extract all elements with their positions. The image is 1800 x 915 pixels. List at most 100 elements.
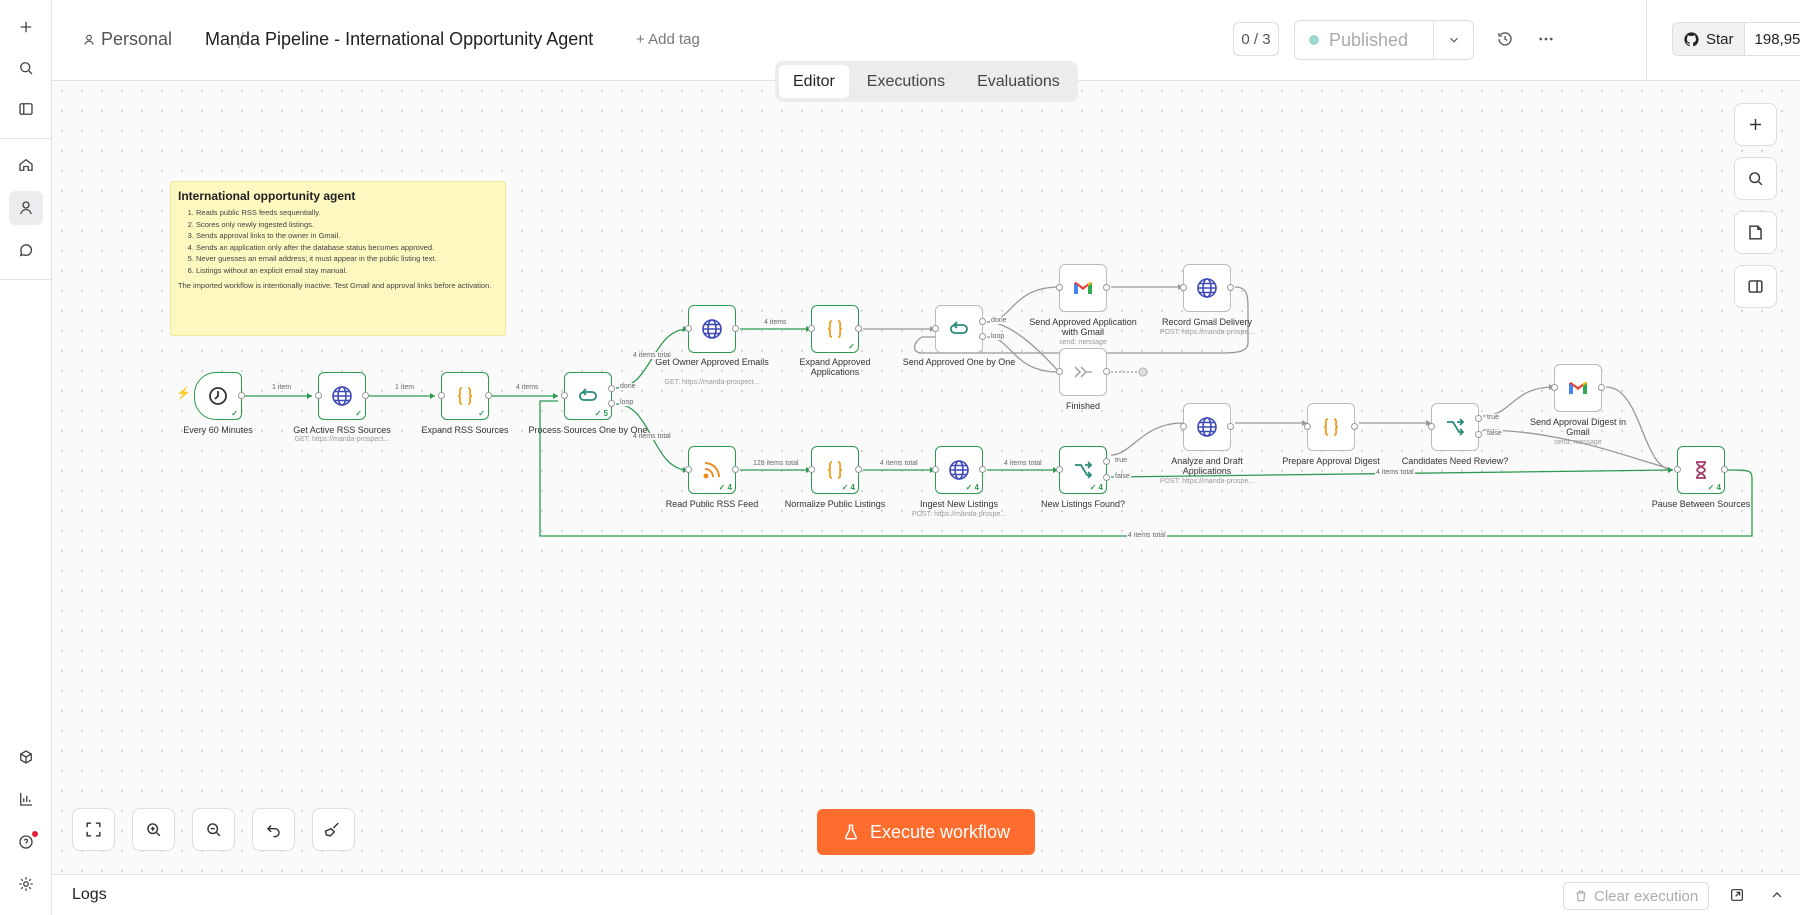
code-braces-icon	[1323, 418, 1339, 436]
search-nodes-button[interactable]	[1734, 157, 1777, 200]
node-process-sources[interactable]: ✓ 5	[561, 372, 615, 420]
tab-executions[interactable]: Executions	[853, 65, 959, 98]
panel-toggle-icon[interactable]	[9, 92, 43, 126]
pop-out-icon[interactable]	[1728, 886, 1746, 904]
tab-editor[interactable]: Editor	[779, 65, 849, 98]
node-label: Record Gmail Delivery	[1161, 317, 1253, 327]
chat-icon[interactable]	[9, 234, 43, 268]
node-ingest-new-listings[interactable]: ✓ 4	[932, 446, 986, 494]
search-icon[interactable]	[9, 51, 43, 85]
tidy-up-button[interactable]	[312, 808, 355, 851]
publish-status-button[interactable]: Published	[1294, 20, 1474, 60]
node-label: Pause Between Sources	[1651, 499, 1751, 509]
node-subtitle: POST: https://manda-prospe...	[911, 511, 1007, 518]
sticky-note[interactable]: International opportunity agent Reads pu…	[170, 181, 506, 336]
note-item: Never guesses an email address; it must …	[196, 253, 498, 265]
notification-dot	[32, 831, 38, 837]
undo-button[interactable]	[252, 808, 295, 851]
user-icon	[84, 34, 94, 45]
user-icon[interactable]	[9, 191, 43, 225]
node-prepare-approval-digest[interactable]	[1304, 403, 1358, 451]
history-icon[interactable]	[1492, 26, 1518, 52]
loop-icon	[579, 388, 597, 401]
node-candidates-need-review[interactable]	[1428, 403, 1482, 451]
breadcrumb-project[interactable]: Personal	[82, 29, 172, 50]
node-new-listings-found[interactable]: ✓ 4	[1056, 446, 1110, 494]
edge-label: loop	[990, 333, 1006, 340]
clear-label: Clear execution	[1594, 887, 1699, 905]
edge-label: 4 items total	[1127, 532, 1167, 539]
node-trigger[interactable]: ✓	[194, 372, 245, 420]
edge-label: 128 items total	[752, 460, 800, 467]
node-finished[interactable]	[1056, 348, 1110, 396]
code-braces-icon	[827, 461, 843, 479]
node-label: New Listings Found?	[1040, 499, 1126, 509]
status-label: Published	[1329, 29, 1409, 50]
help-icon[interactable]	[9, 825, 43, 859]
toggle-panel-button[interactable]	[1734, 265, 1777, 308]
node-expand-approved-applications[interactable]: ✓	[808, 305, 862, 353]
node-normalize-public-listings[interactable]: ✓ 4	[808, 446, 862, 494]
code-braces-icon	[457, 387, 473, 405]
node-subtitle: POST: https://manda-prospe...	[1159, 329, 1255, 336]
edge-label: loop	[619, 399, 635, 406]
add-icon[interactable]	[9, 10, 43, 44]
add-node-button[interactable]	[1734, 103, 1777, 146]
execute-workflow-button[interactable]: Execute workflow	[817, 809, 1035, 855]
github-icon	[1684, 31, 1699, 46]
workflow-canvas[interactable]: International opportunity agent Reads pu…	[52, 81, 1800, 874]
code-braces-icon	[827, 320, 843, 338]
node-pause-between-sources[interactable]: ✓ 4	[1674, 446, 1728, 494]
node-get-owner-approved-emails[interactable]	[685, 305, 739, 353]
node-subtitle: GET: https://manda-prospect...	[294, 436, 390, 443]
node-get-active-rss-sources[interactable]: ✓	[315, 372, 369, 420]
add-tag-button[interactable]: + Add tag	[636, 31, 700, 48]
note-item: Scores only newly ingested listings.	[196, 219, 498, 231]
chevron-up-icon[interactable]	[1768, 886, 1786, 904]
node-send-approved-gmail[interactable]	[1056, 264, 1110, 312]
version-counter: 0 / 3	[1233, 22, 1279, 56]
node-label: Analyze and Draft Applications	[1171, 456, 1243, 476]
note-item: Reads public RSS feeds sequentially.	[196, 207, 498, 219]
star-label: Star	[1706, 30, 1734, 48]
if-branch-icon	[1075, 461, 1093, 479]
node-expand-rss-sources[interactable]: ✓	[438, 372, 492, 420]
node-send-approval-digest[interactable]	[1551, 364, 1605, 412]
gmail-icon	[1569, 382, 1587, 394]
logs-bar: Logs Clear execution	[52, 874, 1800, 915]
clear-execution-button[interactable]: Clear execution	[1563, 882, 1710, 910]
zoom-out-icon	[207, 823, 221, 837]
node-read-public-rss-feed[interactable]: ✓ 4	[685, 446, 739, 494]
zoom-out-button[interactable]	[192, 808, 235, 851]
edge-label: true	[1114, 457, 1129, 464]
node-label: Send Approved One by One	[902, 357, 1016, 367]
node-label: Normalize Public Listings	[784, 499, 886, 509]
node-subtitle: send: message	[1554, 439, 1602, 446]
node-label: Expand Approved Applications	[799, 357, 871, 377]
more-icon[interactable]	[1533, 26, 1559, 52]
tab-evaluations[interactable]: Evaluations	[963, 65, 1074, 98]
settings-icon[interactable]	[9, 867, 43, 901]
node-send-approved-one-by-one[interactable]	[932, 305, 986, 353]
node-record-gmail-delivery[interactable]	[1180, 264, 1234, 312]
templates-icon[interactable]	[9, 740, 43, 774]
zoom-in-button[interactable]	[132, 808, 175, 851]
add-note-button[interactable]	[1734, 211, 1777, 254]
trigger-bolt-icon: ⚡	[176, 386, 191, 400]
edge-label: 1 item	[394, 384, 416, 391]
logs-title[interactable]: Logs	[72, 886, 107, 904]
home-icon[interactable]	[9, 148, 43, 182]
node-label: Prepare Approval Digest	[1282, 456, 1380, 466]
run-count-badge: ✓ 5	[594, 409, 608, 418]
workflow-title[interactable]: Manda Pipeline - International Opportuni…	[205, 29, 593, 50]
loop-icon	[950, 321, 968, 334]
fit-view-button[interactable]	[72, 808, 115, 851]
edge-label: 4 items total	[1003, 460, 1043, 467]
insights-icon[interactable]	[9, 782, 43, 816]
panel-right-icon	[1748, 280, 1763, 293]
rss-icon	[703, 462, 720, 479]
github-star-button[interactable]: Star 198,958	[1672, 22, 1800, 56]
chevron-down-icon[interactable]	[1433, 21, 1473, 59]
run-count-badge: ✓ 4	[718, 483, 732, 492]
node-analyze-and-draft[interactable]	[1180, 403, 1234, 451]
